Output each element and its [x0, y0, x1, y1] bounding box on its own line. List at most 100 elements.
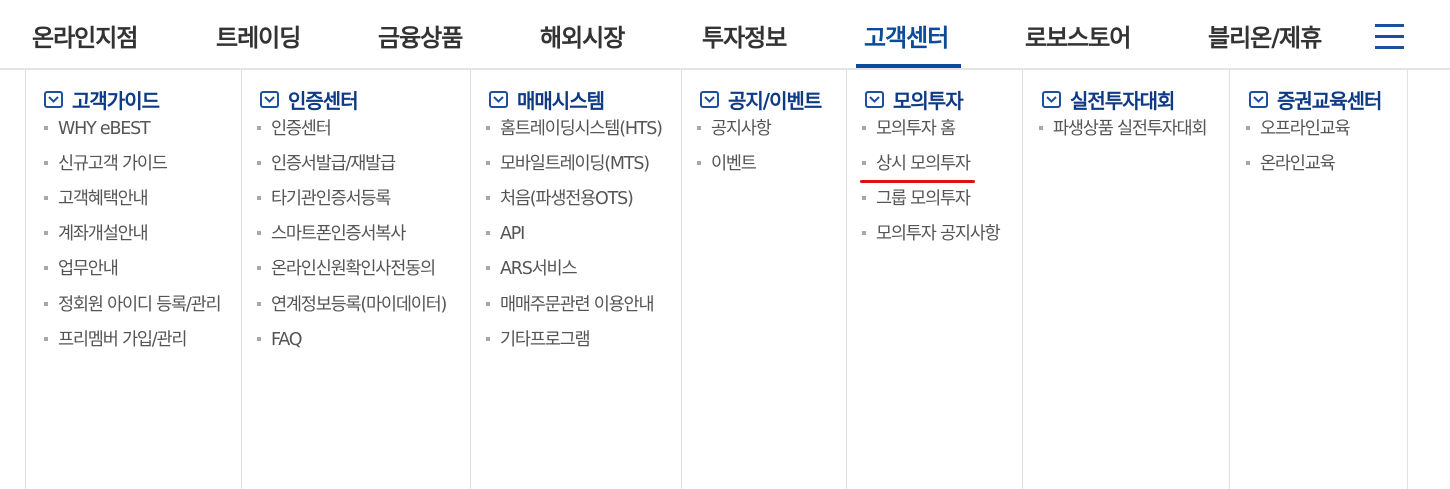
column-heading-notice-event[interactable]: 공지/이벤트	[700, 86, 822, 113]
column-divider	[846, 70, 847, 489]
column-heading-certificate-center[interactable]: 인증센터	[260, 86, 359, 113]
bullet-icon	[486, 302, 490, 306]
menu-link-label: FAQ	[271, 330, 303, 350]
chevron-down-icon	[700, 90, 719, 108]
bullet-icon	[486, 337, 490, 341]
nav-investment-info[interactable]: 투자정보	[702, 0, 787, 70]
chevron-down-icon	[1042, 90, 1061, 108]
menu-link-label: 온라인신원확인사전동의	[271, 259, 436, 279]
bullet-icon	[1246, 161, 1250, 165]
bullet-icon	[257, 337, 261, 341]
bullet-icon	[862, 196, 866, 200]
nav-online-branch[interactable]: 온라인지점	[32, 0, 138, 70]
bullet-icon	[44, 126, 48, 130]
column-heading-label: 고객가이드	[72, 88, 160, 113]
bullet-icon	[697, 161, 701, 165]
bullet-icon	[44, 302, 48, 306]
bullet-icon	[862, 231, 866, 235]
column-heading-label: 매매시스템	[517, 88, 605, 113]
menu-link-label: 처음(파생전용OTS)	[500, 189, 634, 209]
chevron-down-icon	[489, 90, 508, 108]
menu-link-label: 고객혜택안내	[58, 189, 149, 209]
top-navigation-bar: 온라인지점 트레이딩 금융상품 해외시장 투자정보 고객센터 로보스토어 블리온…	[0, 0, 1450, 70]
menu-link-label: 프리멤버 가입/관리	[58, 330, 187, 350]
menu-link-label: 그룹 모의투자	[876, 189, 971, 209]
bullet-icon	[44, 231, 48, 235]
menu-link-label: 타기관인증서등록	[271, 189, 391, 209]
menu-link-label: 매매주문관련 이용안내	[500, 295, 655, 315]
bullet-icon	[486, 266, 490, 270]
menu-link-label: 공지사항	[711, 119, 772, 139]
menu-link-label: API	[500, 224, 525, 244]
menu-link-label: 모의투자 홈	[876, 119, 956, 139]
nav-overseas-market[interactable]: 해외시장	[540, 0, 625, 70]
menu-link-label: 스마트폰인증서복사	[271, 224, 406, 244]
bullet-icon	[486, 196, 490, 200]
chevron-down-icon	[260, 90, 279, 108]
menu-link-label: 파생상품 실전투자대회	[1053, 119, 1208, 139]
menu-link-label: 정회원 아이디 등록/관리	[58, 295, 222, 315]
column-divider	[1229, 70, 1230, 489]
column-heading-label: 실전투자대회	[1070, 88, 1175, 113]
column-heading-securities-education[interactable]: 증권교육센터	[1249, 86, 1382, 113]
bullet-icon	[44, 161, 48, 165]
bullet-icon	[486, 161, 490, 165]
nav-financial-products[interactable]: 금융상품	[378, 0, 463, 70]
bullet-icon	[44, 196, 48, 200]
chevron-down-icon	[865, 90, 884, 108]
column-divider	[1407, 70, 1408, 489]
active-tab-indicator	[856, 64, 961, 68]
bullet-icon	[486, 126, 490, 130]
bullet-icon	[257, 302, 261, 306]
nav-trading[interactable]: 트레이딩	[216, 0, 301, 70]
bullet-icon	[257, 266, 261, 270]
menu-link-label: ARS서비스	[500, 259, 578, 279]
column-divider	[241, 70, 242, 489]
chevron-down-icon	[44, 90, 63, 108]
bullet-icon	[44, 266, 48, 270]
menu-link-label: 업무안내	[58, 259, 119, 279]
column-heading-real-investment-contest[interactable]: 실전투자대회	[1042, 86, 1175, 113]
column-heading-label: 공지/이벤트	[728, 88, 822, 113]
bullet-icon	[862, 161, 866, 165]
column-heading-mock-investment[interactable]: 모의투자	[865, 86, 964, 113]
menu-link-label: 모바일트레이딩(MTS)	[500, 154, 650, 174]
bullet-icon	[257, 196, 261, 200]
column-heading-label: 모의투자	[893, 88, 964, 113]
column-divider	[25, 70, 26, 489]
menu-link-label: 신규고객 가이드	[58, 154, 168, 174]
column-heading-trading-system[interactable]: 매매시스템	[489, 86, 605, 113]
column-heading-label: 증권교육센터	[1277, 88, 1382, 113]
menu-link-label: 연계정보등록(마이데이터)	[271, 295, 447, 315]
menu-link-label: 인증센터	[271, 119, 332, 139]
menu-link-label: WHY eBEST	[58, 119, 151, 139]
bullet-icon	[486, 231, 490, 235]
highlight-red-underline	[860, 180, 975, 183]
menu-link-label: 인증서발급/재발급	[271, 154, 396, 174]
menu-link-label: 모의투자 공지사항	[876, 224, 1001, 244]
nav-robo-store[interactable]: 로보스토어	[1025, 0, 1131, 70]
menu-link-label: 이벤트	[711, 154, 757, 174]
menu-link-label: 오프라인교육	[1260, 119, 1351, 139]
menu-link-label: 상시 모의투자	[876, 154, 971, 174]
column-divider	[681, 70, 682, 489]
bullet-icon	[257, 126, 261, 130]
menu-link-label: 기타프로그램	[500, 330, 591, 350]
hamburger-menu-icon[interactable]	[1375, 24, 1405, 50]
menu-link-label: 홈트레이딩시스템(HTS)	[500, 119, 663, 139]
nav-customer-center[interactable]: 고객센터	[864, 0, 949, 70]
column-divider	[470, 70, 471, 489]
bullet-icon	[1246, 126, 1250, 130]
chevron-down-icon	[1249, 90, 1268, 108]
bullet-icon	[257, 231, 261, 235]
column-heading-customer-guide[interactable]: 고객가이드	[44, 86, 160, 113]
menu-link-label: 계좌개설안내	[58, 224, 149, 244]
column-divider	[1022, 70, 1023, 489]
nav-bullion-partnership[interactable]: 블리온/제휴	[1208, 0, 1322, 70]
bullet-icon	[1039, 126, 1043, 130]
menu-link-label: 온라인교육	[1260, 154, 1336, 174]
bullet-icon	[257, 161, 261, 165]
bullet-icon	[697, 126, 701, 130]
bullet-icon	[44, 337, 48, 341]
bullet-icon	[862, 126, 866, 130]
